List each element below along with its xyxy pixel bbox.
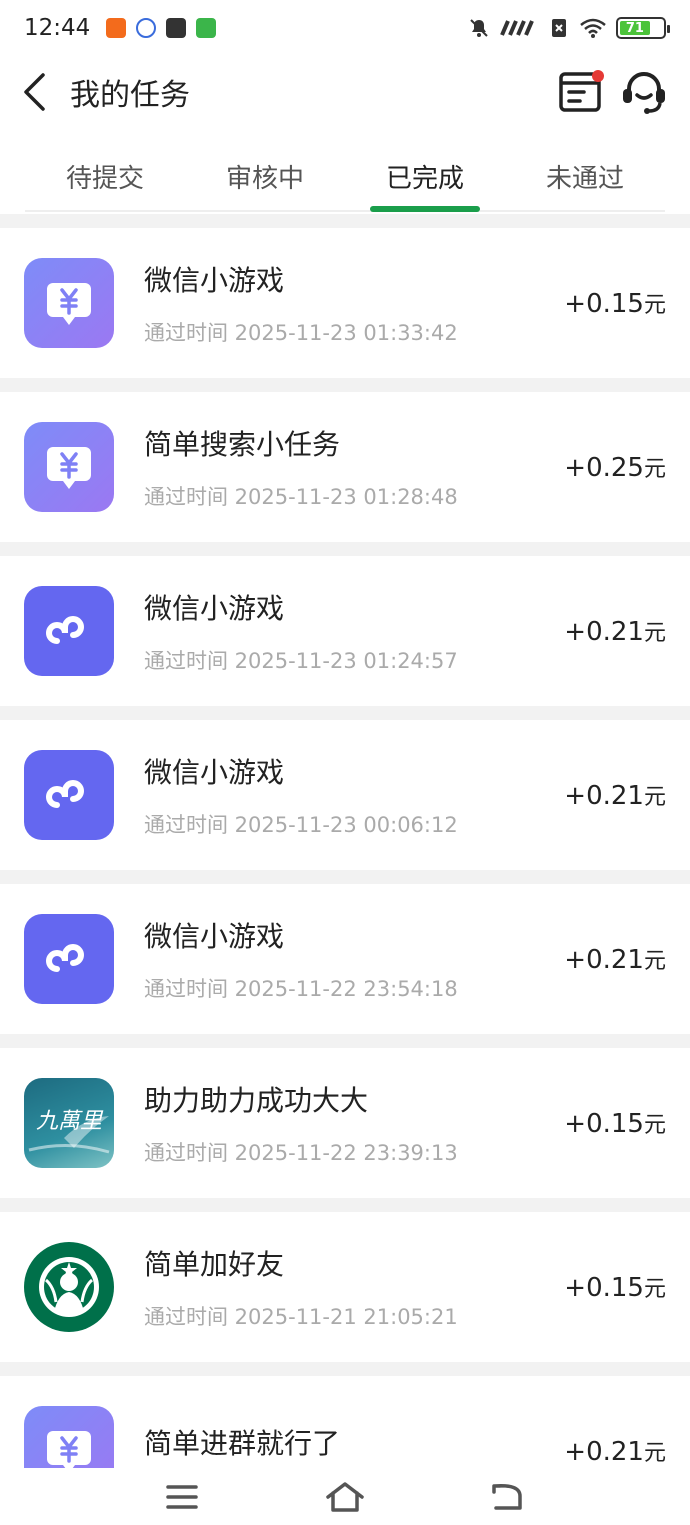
tab-under-review[interactable]: 审核中: [185, 140, 345, 210]
task-item[interactable]: 微信小游戏 通过时间 2025-11-23 01:33:42 +0.15元: [0, 228, 690, 378]
task-reward: +0.21元: [564, 779, 666, 811]
task-reward: +0.21元: [564, 943, 666, 975]
task-list-button[interactable]: [556, 68, 604, 116]
task-status-tabs: 待提交 审核中 已完成 未通过: [25, 140, 665, 212]
task-list[interactable]: 微信小游戏 通过时间 2025-11-23 01:33:42 +0.15元 简单…: [0, 214, 690, 1468]
task-item[interactable]: 简单搜索小任务 通过时间 2025-11-23 01:28:48 +0.25元: [0, 392, 690, 542]
chevron-left-icon: [24, 73, 45, 111]
back-icon: [492, 1483, 523, 1510]
mute-icon: [468, 18, 490, 38]
status-app-icons: [106, 18, 217, 38]
taobao-icon: [106, 18, 127, 38]
task-time: 通过时间 2025-11-22 23:54:18: [144, 977, 458, 1001]
task-name: 微信小游戏: [144, 264, 285, 297]
reward-unit: 元: [643, 1277, 666, 1302]
reward-unit: 元: [643, 457, 666, 482]
back-button[interactable]: [4, 56, 64, 128]
yuan-chat-icon: [24, 422, 114, 512]
system-nav-bar: [0, 1468, 690, 1525]
reward-unit: 元: [643, 949, 666, 974]
mini-program-icon: [24, 914, 114, 1004]
mini-program-icon: [24, 750, 114, 840]
signal-icon: [500, 18, 538, 38]
starbucks-logo-icon: [24, 1242, 114, 1332]
reward-amount: +0.15: [564, 1273, 644, 1303]
home-button[interactable]: [323, 1477, 367, 1517]
header-actions: [556, 68, 668, 116]
task-item[interactable]: 微信小游戏 通过时间 2025-11-23 01:24:57 +0.21元: [0, 556, 690, 706]
task-item[interactable]: 微信小游戏 通过时间 2025-11-22 23:54:18 +0.21元: [0, 884, 690, 1034]
task-name: 简单进群就行了: [144, 1427, 341, 1460]
task-reward: +0.15元: [564, 287, 666, 319]
reward-amount: +0.21: [564, 617, 644, 647]
wifi-icon: [580, 18, 606, 38]
brand-logo-text: 九萬里: [36, 1109, 104, 1134]
tab-completed[interactable]: 已完成: [345, 140, 505, 212]
task-item[interactable]: 微信小游戏 通过时间 2025-11-23 00:06:12 +0.21元: [0, 720, 690, 870]
page-title: 我的任务: [70, 78, 190, 113]
task-name: 微信小游戏: [144, 920, 285, 953]
yuan-chat-icon: [24, 1406, 114, 1468]
task-item[interactable]: 简单进群就行了 +0.21元: [0, 1376, 690, 1468]
task-item[interactable]: 简单加好友 通过时间 2025-11-21 21:05:21 +0.15元: [0, 1212, 690, 1362]
reward-unit: 元: [643, 293, 666, 318]
reward-unit: 元: [643, 1441, 666, 1466]
baidu-icon: [136, 18, 157, 38]
home-icon: [326, 1481, 364, 1512]
reward-amount: +0.15: [564, 1109, 644, 1139]
tab-pending-submit[interactable]: 待提交: [25, 140, 185, 210]
menu-icon: [165, 1484, 198, 1509]
task-name: 简单搜索小任务: [144, 428, 341, 461]
task-item[interactable]: 九萬里 助力助力成功大大 通过时间 2025-11-22 23:39:13 +0…: [0, 1048, 690, 1198]
task-name: 微信小游戏: [144, 592, 285, 625]
task-name: 微信小游戏: [144, 756, 285, 789]
customer-service-button[interactable]: [620, 68, 668, 116]
status-time: 12:44: [24, 15, 91, 41]
task-reward: +0.21元: [564, 1435, 666, 1467]
reward-amount: +0.25: [564, 453, 644, 483]
task-name: 助力助力成功大大: [144, 1084, 369, 1117]
task-time: 通过时间 2025-11-23 01:24:57: [144, 649, 458, 673]
reward-amount: +0.15: [564, 289, 644, 319]
sim-off-icon: [548, 18, 570, 38]
status-indicators: 71: [468, 17, 670, 39]
task-reward: +0.25元: [564, 451, 666, 483]
back-nav-button[interactable]: [486, 1477, 530, 1517]
reward-unit: 元: [643, 621, 666, 646]
task-reward: +0.15元: [564, 1271, 666, 1303]
task-time: 通过时间 2025-11-23 01:33:42: [144, 321, 458, 345]
mini-program-icon: [24, 586, 114, 676]
reward-unit: 元: [643, 785, 666, 810]
battery-indicator: 71: [616, 17, 670, 39]
app-icon: [196, 18, 217, 38]
task-name: 简单加好友: [144, 1248, 285, 1281]
task-time: 通过时间 2025-11-22 23:39:13: [144, 1141, 458, 1165]
task-reward: +0.15元: [564, 1107, 666, 1139]
headset-icon: [623, 72, 665, 114]
battery-fill: 71: [620, 20, 650, 36]
task-time: 通过时间 2025-11-23 01:28:48: [144, 485, 458, 509]
reward-amount: +0.21: [564, 1437, 644, 1467]
task-time: 通过时间 2025-11-23 00:06:12: [144, 813, 458, 837]
reward-amount: +0.21: [564, 945, 644, 975]
header: 我的任务: [0, 56, 690, 128]
battery-level: 71: [625, 20, 644, 36]
tab-rejected[interactable]: 未通过: [505, 140, 665, 210]
task-reward: +0.21元: [564, 615, 666, 647]
menu-button[interactable]: [160, 1477, 204, 1517]
yuan-chat-icon: [24, 258, 114, 348]
task-time: 通过时间 2025-11-21 21:05:21: [144, 1305, 458, 1329]
brand-logo-icon: 九萬里: [24, 1078, 114, 1168]
status-bar: 12:44 71: [0, 0, 690, 56]
reward-unit: 元: [643, 1113, 666, 1138]
reward-amount: +0.21: [564, 781, 644, 811]
notification-dot: [592, 70, 604, 82]
mail-icon: [166, 18, 187, 38]
